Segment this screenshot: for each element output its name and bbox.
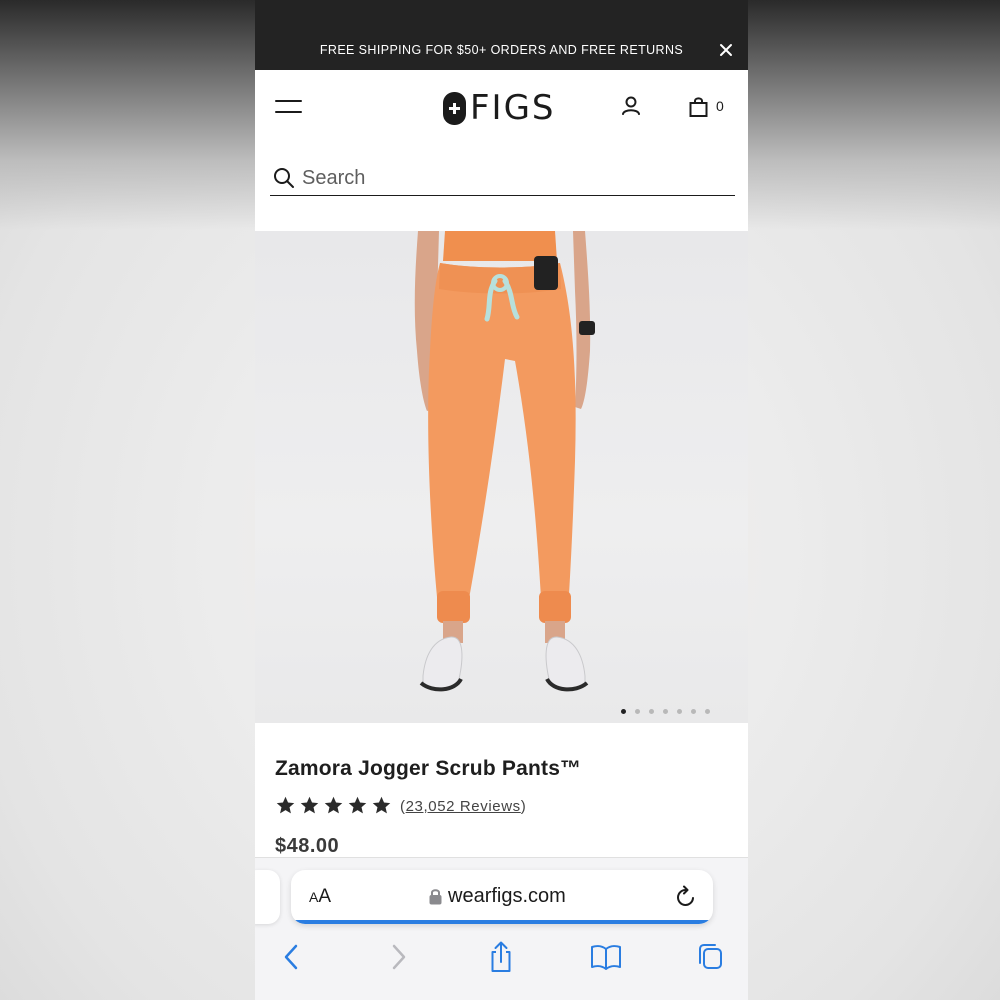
carousel-dot[interactable] bbox=[621, 709, 626, 714]
product-image[interactable] bbox=[255, 231, 748, 723]
search-icon bbox=[273, 167, 295, 189]
product-price: $48.00 bbox=[275, 835, 340, 857]
account-icon[interactable] bbox=[619, 94, 643, 118]
page-load-progress bbox=[295, 920, 709, 924]
logo-text: FIGS bbox=[470, 88, 556, 128]
star-icon bbox=[324, 796, 343, 814]
carousel-dot[interactable] bbox=[663, 709, 668, 714]
back-icon[interactable] bbox=[277, 940, 307, 974]
text-size-button[interactable]: AA bbox=[309, 886, 331, 908]
carousel-dot[interactable] bbox=[691, 709, 696, 714]
carousel-dot[interactable] bbox=[677, 709, 682, 714]
close-icon[interactable] bbox=[716, 40, 736, 60]
previous-tab-preview[interactable] bbox=[255, 870, 280, 924]
reviews-count[interactable]: 23,052 Reviews bbox=[406, 798, 521, 815]
carousel-dot[interactable] bbox=[649, 709, 654, 714]
site-header: FIGS 0 bbox=[255, 70, 748, 230]
figs-plus-mark-icon bbox=[443, 91, 466, 125]
bookmarks-icon[interactable] bbox=[590, 940, 621, 974]
tabs-icon[interactable] bbox=[695, 940, 725, 974]
carousel-dot[interactable] bbox=[705, 709, 710, 714]
browser-bottom-bar: AA wearfigs.com bbox=[255, 857, 748, 1000]
phone-screen: FREE SHIPPING FOR $50+ ORDERS AND FREE R… bbox=[255, 0, 748, 1000]
product-info: Zamora Jogger Scrub Pants™ (23,052 Revie… bbox=[255, 723, 748, 858]
promo-text: FREE SHIPPING FOR $50+ ORDERS AND FREE R… bbox=[319, 43, 684, 57]
product-title: Zamora Jogger Scrub Pants™ bbox=[275, 757, 582, 780]
promo-banner: FREE SHIPPING FOR $50+ ORDERS AND FREE R… bbox=[255, 0, 748, 70]
reviews-link[interactable]: (23,052 Reviews) bbox=[400, 798, 526, 815]
search-input[interactable] bbox=[302, 165, 722, 191]
figs-logo[interactable]: FIGS bbox=[443, 88, 556, 128]
browser-toolbar bbox=[255, 940, 748, 974]
forward-icon[interactable] bbox=[383, 940, 413, 974]
carousel-dot[interactable] bbox=[635, 709, 640, 714]
share-icon[interactable] bbox=[486, 940, 516, 974]
lock-icon bbox=[429, 889, 442, 905]
search-bar[interactable] bbox=[270, 162, 735, 196]
shopping-bag-icon[interactable] bbox=[687, 95, 711, 119]
rating-stars bbox=[275, 795, 392, 816]
image-carousel-dots bbox=[621, 709, 710, 714]
star-icon bbox=[276, 796, 295, 814]
hamburger-menu-icon[interactable] bbox=[275, 98, 303, 116]
star-icon bbox=[348, 796, 367, 814]
product-photo bbox=[414, 231, 595, 692]
reload-icon[interactable] bbox=[675, 885, 697, 909]
cart-count: 0 bbox=[716, 98, 724, 114]
address-bar[interactable]: AA wearfigs.com bbox=[291, 870, 713, 924]
half-star-icon bbox=[372, 796, 391, 814]
star-icon bbox=[300, 796, 319, 814]
url-display[interactable]: wearfigs.com bbox=[429, 885, 566, 908]
domain-text: wearfigs.com bbox=[448, 885, 566, 907]
